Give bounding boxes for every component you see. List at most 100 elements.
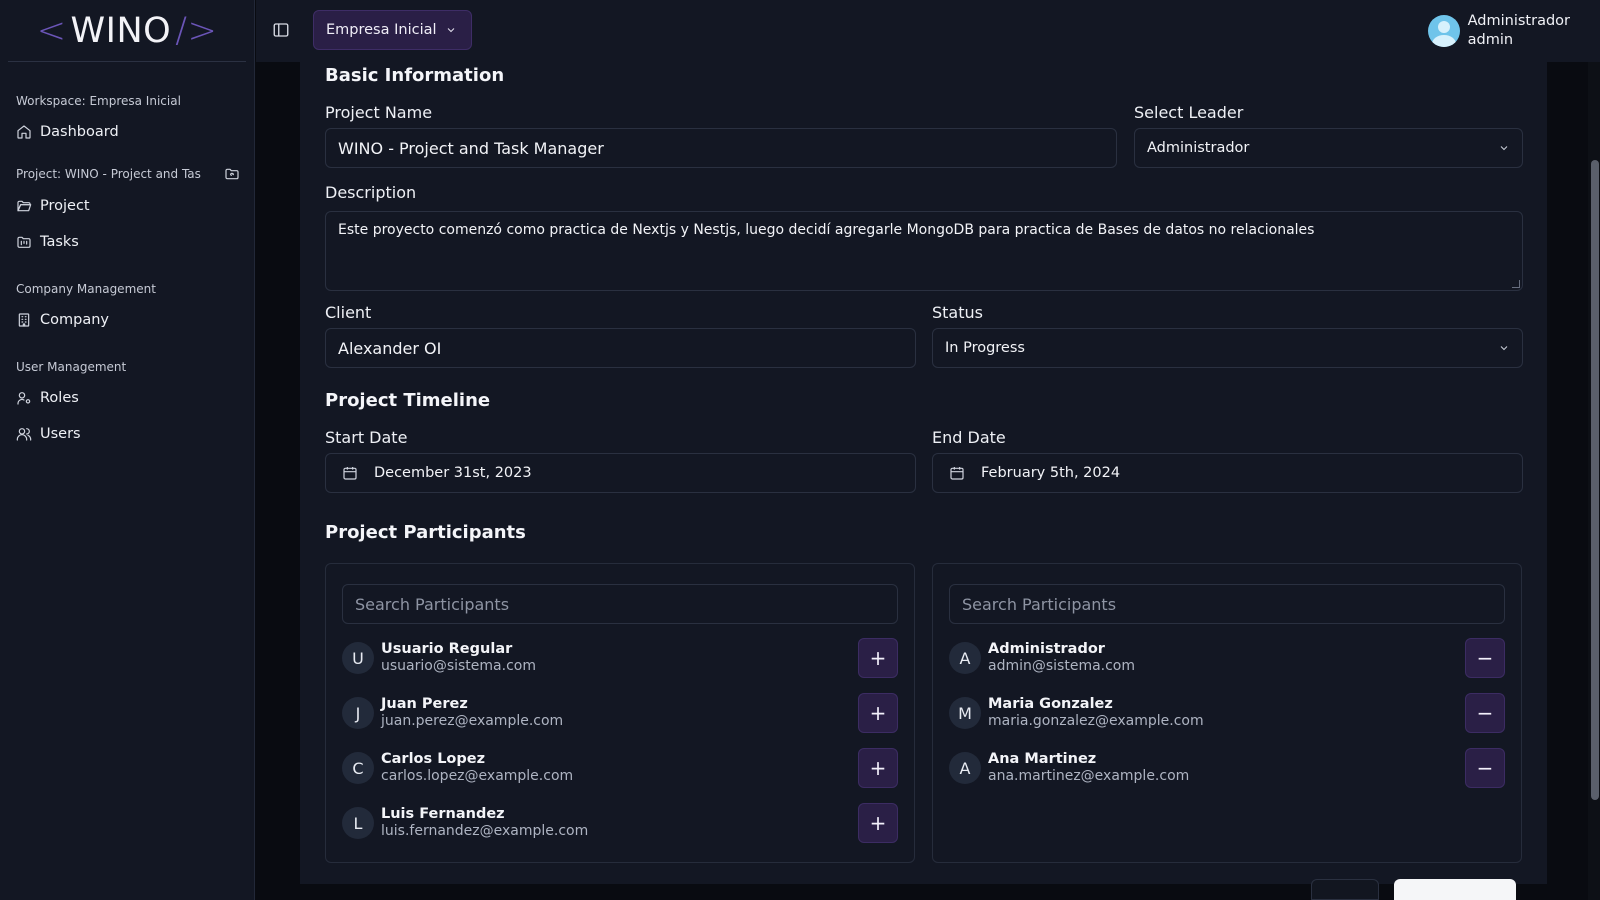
logo-text: WINO xyxy=(70,10,172,51)
company-selector-label: Empresa Inicial xyxy=(326,22,437,38)
avatar: L xyxy=(342,807,374,839)
sidebar-item-project[interactable]: Project xyxy=(0,188,254,224)
add-participant-button[interactable]: + xyxy=(858,803,898,843)
sidebar-item-tasks[interactable]: Tasks xyxy=(0,224,254,260)
logo-bracket-left: < xyxy=(36,10,67,51)
folder-sync-icon[interactable] xyxy=(224,166,240,182)
status-label: Status xyxy=(932,303,983,322)
remove-participant-button[interactable]: − xyxy=(1465,638,1505,678)
available-search-input[interactable] xyxy=(342,584,898,624)
start-date-picker[interactable]: December 31st, 2023 xyxy=(325,453,916,493)
scrollbar-thumb[interactable] xyxy=(1591,160,1599,800)
participant-name: Juan Perez xyxy=(381,696,468,712)
logo[interactable]: < WINO /> xyxy=(8,0,246,62)
cancel-button[interactable] xyxy=(1311,879,1379,900)
sidebar: < WINO /> Workspace: Empresa Inicial Das… xyxy=(0,0,255,900)
user-role: admin xyxy=(1467,32,1514,48)
description-textarea[interactable]: Este proyecto comenzó como practica de N… xyxy=(325,211,1523,291)
participant-email: ana.martinez@example.com xyxy=(988,768,1190,784)
sidebar-item-label: Tasks xyxy=(40,234,79,250)
list-item: U Usuario Regular usuario@sistema.com + xyxy=(342,638,898,678)
user-menu[interactable]: Administrador admin xyxy=(1427,12,1570,50)
avatar: A xyxy=(949,642,981,674)
app-root: < WINO /> Workspace: Empresa Inicial Das… xyxy=(0,0,1600,900)
participant-name: Usuario Regular xyxy=(381,641,513,657)
description-value: Este proyecto comenzó como practica de N… xyxy=(338,222,1315,238)
sidebar-item-label: Dashboard xyxy=(40,124,119,140)
user-cog-icon xyxy=(17,392,31,405)
leader-value: Administrador xyxy=(1147,140,1250,156)
end-date-label: End Date xyxy=(932,428,1006,447)
description-label: Description xyxy=(325,183,417,202)
remove-participant-button[interactable]: − xyxy=(1465,748,1505,788)
participant-email: maria.gonzalez@example.com xyxy=(988,713,1204,729)
top-bar: Empresa Inicial Administrador admin xyxy=(256,0,1600,62)
avatar xyxy=(1427,15,1460,47)
folder-kanban-icon xyxy=(17,236,31,248)
project-group-label: Project: WINO - Project and Tas xyxy=(16,167,201,181)
start-date-label: Start Date xyxy=(325,428,408,447)
workspace-label: Workspace: Empresa Inicial xyxy=(16,94,181,108)
status-select[interactable]: In Progress xyxy=(932,328,1523,368)
avatar: A xyxy=(949,752,981,784)
end-date-value: February 5th, 2024 xyxy=(981,465,1121,481)
avatar: C xyxy=(342,752,374,784)
participant-name: Ana Martinez xyxy=(988,751,1097,767)
sidebar-item-label: Project xyxy=(40,198,90,214)
available-participants-panel: U Usuario Regular usuario@sistema.com + … xyxy=(325,563,915,863)
sidebar-toggle-button[interactable] xyxy=(272,21,292,41)
leader-label: Select Leader xyxy=(1134,103,1244,122)
list-item: C Carlos Lopez carlos.lopez@example.com … xyxy=(342,748,898,788)
add-participant-button[interactable]: + xyxy=(858,638,898,678)
resize-handle[interactable] xyxy=(1512,280,1520,288)
panel-left-icon xyxy=(273,23,289,37)
add-participant-button[interactable]: + xyxy=(858,693,898,733)
folder-open-icon xyxy=(17,200,32,212)
home-icon xyxy=(17,125,31,139)
sidebar-item-dashboard[interactable]: Dashboard xyxy=(0,114,254,150)
project-name-input[interactable]: WINO - Project and Task Manager xyxy=(325,128,1117,168)
avatar: J xyxy=(342,697,374,729)
user-name: Administrador xyxy=(1467,13,1570,29)
timeline-title: Project Timeline xyxy=(325,390,491,411)
calendar-icon xyxy=(343,467,357,480)
sidebar-item-users[interactable]: Users xyxy=(0,416,254,452)
participant-name: Carlos Lopez xyxy=(381,751,486,767)
project-form: Basic Information Project Name WINO - Pr… xyxy=(300,62,1547,884)
avatar: U xyxy=(342,642,374,674)
selected-participants-panel: A Administrador admin@sistema.com − M Ma… xyxy=(932,563,1522,863)
participant-email: juan.perez@example.com xyxy=(381,713,564,729)
submit-button[interactable] xyxy=(1394,879,1516,900)
participant-email: usuario@sistema.com xyxy=(381,658,536,674)
client-label: Client xyxy=(325,303,372,322)
list-item: A Ana Martinez ana.martinez@example.com … xyxy=(949,748,1505,788)
list-item: J Juan Perez juan.perez@example.com + xyxy=(342,693,898,733)
chevron-down-icon xyxy=(1500,146,1508,151)
end-date-picker[interactable]: February 5th, 2024 xyxy=(932,453,1523,493)
sidebar-item-roles[interactable]: Roles xyxy=(0,380,254,416)
sidebar-item-label: Users xyxy=(40,426,81,442)
list-item: L Luis Fernandez luis.fernandez@example.… xyxy=(342,803,898,843)
company-group-label: Company Management xyxy=(16,282,156,296)
status-value: In Progress xyxy=(945,340,1025,356)
list-item: M Maria Gonzalez maria.gonzalez@example.… xyxy=(949,693,1505,733)
start-date-value: December 31st, 2023 xyxy=(374,465,532,481)
participant-name: Luis Fernandez xyxy=(381,806,505,822)
leader-select[interactable]: Administrador xyxy=(1134,128,1523,168)
remove-participant-button[interactable]: − xyxy=(1465,693,1505,733)
project-name-label: Project Name xyxy=(325,103,433,122)
client-value: Alexander OI xyxy=(338,338,442,358)
client-input[interactable]: Alexander OI xyxy=(325,328,916,368)
logo-bracket-right: /> xyxy=(175,10,218,51)
chevron-down-icon xyxy=(1500,346,1508,351)
users-icon xyxy=(16,428,32,441)
selected-search-input[interactable] xyxy=(949,584,1505,624)
sidebar-item-company[interactable]: Company xyxy=(0,302,254,338)
add-participant-button[interactable]: + xyxy=(858,748,898,788)
project-name-value: WINO - Project and Task Manager xyxy=(338,138,604,158)
calendar-icon xyxy=(950,467,964,480)
company-selector[interactable]: Empresa Inicial xyxy=(313,10,472,50)
basic-info-title: Basic Information xyxy=(325,65,505,86)
building-icon xyxy=(18,313,30,327)
participant-email: carlos.lopez@example.com xyxy=(381,768,574,784)
